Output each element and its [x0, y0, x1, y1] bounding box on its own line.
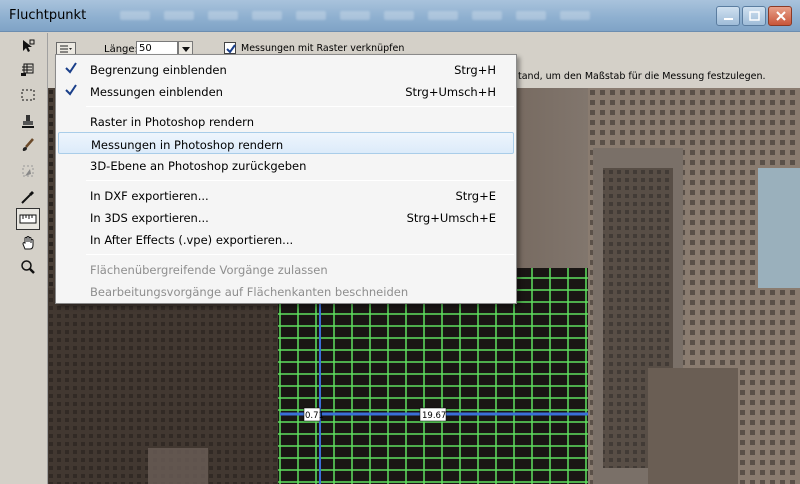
blurred-menubar — [120, 11, 590, 20]
brush-icon — [22, 138, 34, 151]
menu-item-label: In 3DS exportieren... — [90, 211, 209, 225]
menu-item-show-measurements[interactable]: Messungen einblenden Strg+Umsch+H — [58, 80, 514, 102]
chevron-down-icon — [181, 46, 190, 52]
checkmark-icon — [226, 44, 236, 54]
transform-icon — [22, 165, 34, 177]
create-plane-tool[interactable] — [16, 58, 40, 80]
create-plane-icon — [21, 63, 34, 76]
menu-item-clip-to-edges: Bearbeitungsvorgänge auf Flächenkanten b… — [58, 280, 514, 302]
zoom-tool[interactable] — [16, 256, 40, 278]
menu-item-label: Messungen einblenden — [90, 85, 223, 99]
title-bar: Fluchtpunkt — [0, 0, 800, 32]
measure-label-large: 19.67 — [422, 411, 446, 421]
menu-item-label: Bearbeitungsvorgänge auf Flächenkanten b… — [90, 285, 409, 299]
hand-icon — [22, 236, 34, 250]
menu-item-label: 3D-Ebene an Photoshop zurückgeben — [90, 159, 307, 173]
tool-panel — [0, 33, 48, 484]
minimize-icon — [724, 18, 733, 20]
stamp-tool[interactable] — [16, 111, 40, 133]
menu-item-label: Raster in Photoshop rendern — [90, 115, 254, 129]
brush-tool[interactable] — [16, 134, 40, 156]
menu-separator — [86, 180, 514, 181]
instruction-text: tand, um den Maßstab für die Messung fes… — [518, 71, 766, 82]
menu-item-label: Flächenübergreifende Vorgänge zulassen — [90, 263, 328, 277]
marquee-tool[interactable] — [16, 84, 40, 106]
menu-item-label: In After Effects (.vpe) exportieren... — [90, 233, 294, 247]
stamp-icon — [22, 115, 34, 128]
menu-item-shortcut: Strg+Umsch+E — [406, 211, 496, 225]
menu-item-show-bounds[interactable]: Begrenzung einblenden Strg+H — [58, 58, 514, 80]
checkmark-icon — [65, 62, 77, 74]
transform-tool[interactable] — [16, 160, 40, 182]
hand-tool[interactable] — [16, 232, 40, 254]
menu-item-export-3ds[interactable]: In 3DS exportieren... Strg+Umsch+E — [58, 206, 514, 228]
zoom-icon — [21, 260, 35, 274]
menu-item-shortcut: Strg+E — [455, 189, 496, 203]
eyedropper-tool[interactable] — [16, 186, 40, 208]
menu-item-label: Begrenzung einblenden — [90, 63, 227, 77]
menu-item-export-after-effects[interactable]: In After Effects (.vpe) exportieren... — [58, 228, 514, 250]
menu-item-allow-multi-plane: Flächenübergreifende Vorgänge zulassen — [58, 258, 514, 280]
menu-item-shortcut: Strg+H — [454, 63, 496, 77]
close-button[interactable] — [768, 6, 792, 26]
checkmark-icon — [65, 84, 77, 96]
menu-item-render-grid[interactable]: Raster in Photoshop rendern — [58, 110, 514, 132]
menu-item-return-3d-layer[interactable]: 3D-Ebene an Photoshop zurückgeben — [58, 154, 514, 176]
menu-item-export-dxf[interactable]: In DXF exportieren... Strg+E — [58, 184, 514, 206]
grid-link-label: Messungen mit Raster verknüpfen — [241, 43, 405, 54]
menu-arrow-icon — [60, 45, 72, 53]
measure-label-small: 0.71 — [305, 411, 324, 421]
menu-item-label: Messungen in Photoshop rendern — [91, 138, 284, 152]
edit-plane-tool[interactable] — [16, 35, 40, 57]
marquee-icon — [21, 89, 35, 101]
maximize-icon — [749, 11, 760, 21]
grid-link-checkbox[interactable] — [224, 42, 236, 54]
measure-tool[interactable] — [16, 208, 40, 230]
menu-item-label: In DXF exportieren... — [90, 189, 209, 203]
menu-item-render-measurements[interactable]: Messungen in Photoshop rendern — [58, 132, 514, 154]
maximize-button[interactable] — [742, 6, 766, 26]
menu-separator — [86, 106, 514, 107]
menu-item-shortcut: Strg+Umsch+H — [405, 85, 496, 99]
eyedropper-icon — [21, 191, 34, 204]
context-menu: Begrenzung einblenden Strg+H Messungen e… — [55, 54, 517, 304]
close-icon — [776, 11, 786, 21]
edit-plane-icon — [23, 39, 35, 52]
minimize-button[interactable] — [716, 6, 740, 26]
window-title: Fluchtpunkt — [9, 8, 87, 23]
measure-icon — [19, 214, 37, 224]
menu-separator — [86, 254, 514, 255]
